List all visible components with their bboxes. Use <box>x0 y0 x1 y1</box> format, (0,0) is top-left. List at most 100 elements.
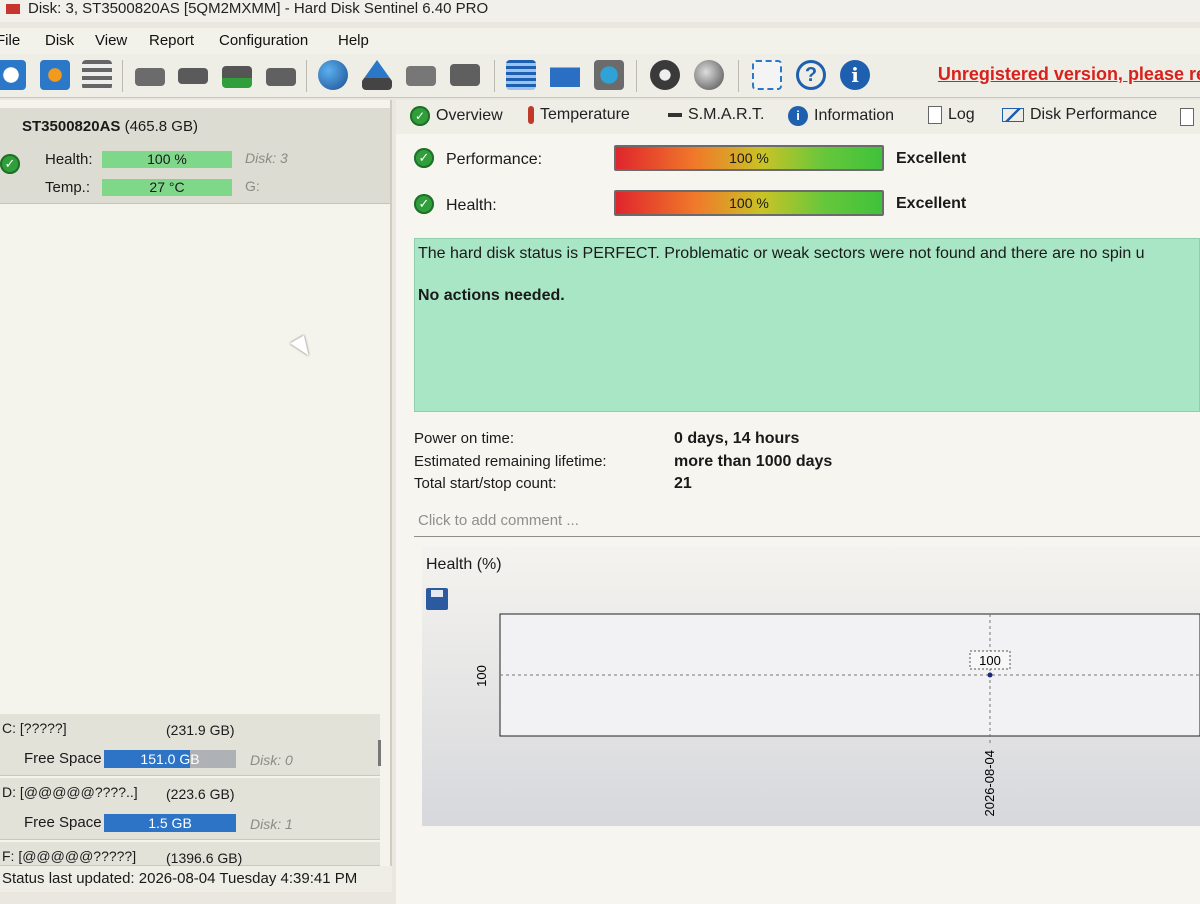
tab-temperature[interactable]: Temperature <box>528 106 630 124</box>
lifetime-value: more than 1000 days <box>674 453 833 470</box>
free-space-bar: 1.5 GB <box>104 814 236 832</box>
tab-label: Disk Performance <box>1030 106 1158 123</box>
list-icon[interactable] <box>82 60 112 90</box>
log-icon <box>928 106 942 124</box>
disk-tool-icon[interactable] <box>135 68 165 86</box>
thermometer-icon <box>528 106 534 124</box>
tab-log[interactable]: Log <box>928 106 975 124</box>
health-rating: Excellent <box>896 195 967 212</box>
scrollbar[interactable] <box>378 740 381 766</box>
volume-d[interactable]: D: [@@@@@????..] (223.6 GB) Free Space 1… <box>0 778 380 840</box>
disk-card[interactable]: ST3500820AS (465.8 GB) ✓ Health: 100 % D… <box>0 108 390 204</box>
check-icon: ✓ <box>410 106 430 126</box>
x-tick-label: 2026-08-04 <box>982 750 997 817</box>
lifetime-label: Estimated remaining lifetime: <box>414 453 607 470</box>
sound-icon[interactable] <box>694 60 724 90</box>
health-check-icon: ✓ <box>0 154 20 174</box>
free-space-label: Free Space <box>24 750 102 767</box>
globe-icon[interactable] <box>318 60 348 90</box>
power-on-label: Power on time: <box>414 430 515 447</box>
toolbar: ? i Unregistered version, please re <box>0 54 1200 98</box>
tab-label: Overview <box>436 107 503 125</box>
menu-configuration[interactable]: Configuration <box>219 28 308 54</box>
power-on-value: 0 days, 14 hours <box>674 430 800 447</box>
network-icon[interactable] <box>594 60 624 90</box>
smart-icon <box>668 112 682 117</box>
health-label: Health: <box>45 151 93 168</box>
volume-size: (1396.6 GB) <box>166 850 243 866</box>
menu-bar: File Disk View Report Configuration Help <box>0 28 1200 54</box>
tab-label: Temperature <box>540 106 630 124</box>
tab-overview[interactable]: ✓ Overview <box>410 106 503 126</box>
refresh-icon[interactable] <box>0 60 26 90</box>
health-chart: 100 100 2026-08-04 <box>474 613 1200 817</box>
free-space-value: 151.0 GB <box>140 751 200 767</box>
tab-label: Log <box>948 106 975 124</box>
drive-stack-icon[interactable] <box>450 64 480 86</box>
health-chart-panel: Health (%) 100 100 2026-08-04 <box>422 546 1200 826</box>
drive-icon[interactable] <box>406 66 436 86</box>
notes-icon[interactable] <box>506 60 536 90</box>
tab-information[interactable]: i Information <box>788 106 894 126</box>
volume-name: F: [@@@@@?????] <box>2 848 137 864</box>
eject-icon[interactable] <box>362 60 392 90</box>
volume-c[interactable]: C: [?????] (231.9 GB) Free Space 151.0 G… <box>0 714 380 776</box>
menu-report[interactable]: Report <box>149 28 194 54</box>
info-icon[interactable]: i <box>840 60 870 90</box>
refresh-all-icon[interactable] <box>40 60 70 90</box>
unregistered-link[interactable]: Unregistered version, please re <box>938 64 1200 85</box>
performance-rating: Excellent <box>896 150 967 167</box>
temp-label: Temp.: <box>45 179 91 196</box>
performance-icon <box>1002 107 1024 122</box>
health-meter: 100 % <box>614 190 884 216</box>
disk-model: ST3500820AS <box>22 118 121 135</box>
health-label: Health: <box>446 197 497 214</box>
volume-size: (231.9 GB) <box>166 722 235 738</box>
data-point[interactable] <box>987 672 993 678</box>
health-bar: 100 % <box>102 151 232 168</box>
cursor-icon <box>290 335 314 361</box>
info-icon: i <box>788 106 808 126</box>
disk-search-icon[interactable] <box>266 68 296 86</box>
temp-bar: 27 °C <box>102 179 232 196</box>
help-icon[interactable]: ? <box>796 60 826 90</box>
volume-f[interactable]: F: [@@@@@?????] (1396.6 GB) <box>0 842 380 866</box>
more-tabs-icon[interactable] <box>1180 108 1194 126</box>
disk-number: Disk: 3 <box>245 150 288 166</box>
tab-disk-performance[interactable]: Disk Performance <box>1002 106 1157 124</box>
health-check-icon: ✓ <box>414 194 434 214</box>
menu-disk[interactable]: Disk <box>45 28 74 54</box>
disk-check-icon[interactable] <box>222 66 252 88</box>
performance-meter: 100 % <box>614 145 884 171</box>
volume-size: (223.6 GB) <box>166 786 235 802</box>
drive-letter: G: <box>245 178 260 194</box>
title-bar: Disk: 3, ST3500820AS [5QM2MXMM] - Hard D… <box>0 0 1200 22</box>
status-message: The hard disk status is PERFECT. Problem… <box>418 245 1145 262</box>
data-label: 100 <box>979 653 1001 668</box>
free-space-bar: 151.0 GB <box>104 750 236 768</box>
startstop-label: Total start/stop count: <box>414 475 557 492</box>
settings-icon[interactable] <box>650 60 680 90</box>
screenshot-icon[interactable] <box>752 60 782 90</box>
comment-input[interactable]: Click to add comment ... <box>418 512 579 529</box>
y-tick-label: 100 <box>474 665 489 687</box>
menu-help[interactable]: Help <box>338 28 369 54</box>
volume-disk: Disk: 0 <box>250 752 293 768</box>
disk-list-panel: ST3500820AS (465.8 GB) ✓ Health: 100 % D… <box>0 100 392 870</box>
tab-bar: ✓ Overview Temperature S.M.A.R.T. i Inform… <box>396 100 1200 134</box>
menu-view[interactable]: View <box>95 28 127 54</box>
tab-label: S.M.A.R.T. <box>688 106 765 123</box>
performance-label: Performance: <box>446 151 543 168</box>
status-message-box: The hard disk status is PERFECT. Problem… <box>414 238 1200 412</box>
menu-file[interactable]: File <box>0 28 20 54</box>
app-icon <box>6 4 20 15</box>
mail-icon[interactable] <box>550 67 580 87</box>
tab-label: Information <box>814 107 895 125</box>
tab-smart[interactable]: S.M.A.R.T. <box>668 106 764 124</box>
startstop-value: 21 <box>674 475 692 492</box>
comment-underline <box>414 536 1200 537</box>
free-space-label: Free Space <box>24 814 102 831</box>
performance-check-icon: ✓ <box>414 148 434 168</box>
actions-message: No actions needed. <box>418 287 565 304</box>
disk-clock-icon[interactable] <box>178 68 208 84</box>
